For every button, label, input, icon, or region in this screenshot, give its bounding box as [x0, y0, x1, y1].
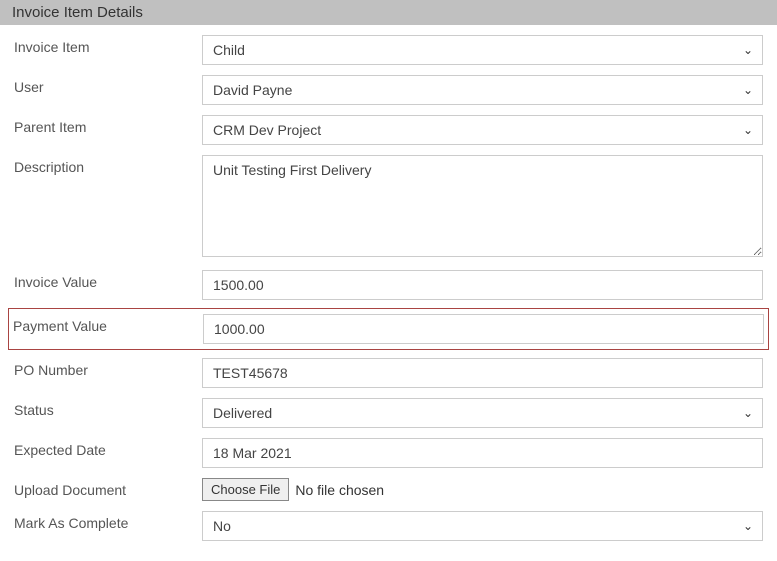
- label-po-number: PO Number: [14, 358, 202, 378]
- label-invoice-value: Invoice Value: [14, 270, 202, 290]
- row-parent-item: Parent Item ⌄: [14, 115, 763, 145]
- row-invoice-item: Invoice Item ⌄: [14, 35, 763, 65]
- invoice-value-input[interactable]: [202, 270, 763, 300]
- row-upload-document: Upload Document Choose File No file chos…: [14, 478, 763, 501]
- file-status-text: No file chosen: [295, 482, 384, 498]
- po-number-input[interactable]: [202, 358, 763, 388]
- invoice-item-select[interactable]: [202, 35, 763, 65]
- label-user: User: [14, 75, 202, 95]
- label-upload-document: Upload Document: [14, 478, 202, 498]
- mark-as-complete-select[interactable]: [202, 511, 763, 541]
- parent-item-select[interactable]: [202, 115, 763, 145]
- row-payment-value: Payment Value: [8, 308, 769, 350]
- row-po-number: PO Number: [14, 358, 763, 388]
- label-expected-date: Expected Date: [14, 438, 202, 458]
- expected-date-input[interactable]: [202, 438, 763, 468]
- label-parent-item: Parent Item: [14, 115, 202, 135]
- label-payment-value: Payment Value: [13, 314, 203, 334]
- description-textarea[interactable]: [202, 155, 763, 257]
- row-expected-date: Expected Date: [14, 438, 763, 468]
- section-title: Invoice Item Details: [12, 4, 143, 21]
- row-invoice-value: Invoice Value: [14, 270, 763, 300]
- label-invoice-item: Invoice Item: [14, 35, 202, 55]
- label-description: Description: [14, 155, 202, 175]
- choose-file-button[interactable]: Choose File: [202, 478, 289, 501]
- user-select[interactable]: [202, 75, 763, 105]
- row-status: Status ⌄: [14, 398, 763, 428]
- section-header: Invoice Item Details: [0, 0, 777, 25]
- row-description: Description: [14, 155, 763, 260]
- payment-value-input[interactable]: [203, 314, 764, 344]
- row-user: User ⌄: [14, 75, 763, 105]
- row-mark-as-complete: Mark As Complete ⌄: [14, 511, 763, 541]
- form-container: Invoice Item ⌄ User ⌄ Parent Item ⌄: [0, 25, 777, 561]
- status-select[interactable]: [202, 398, 763, 428]
- label-status: Status: [14, 398, 202, 418]
- label-mark-as-complete: Mark As Complete: [14, 511, 202, 531]
